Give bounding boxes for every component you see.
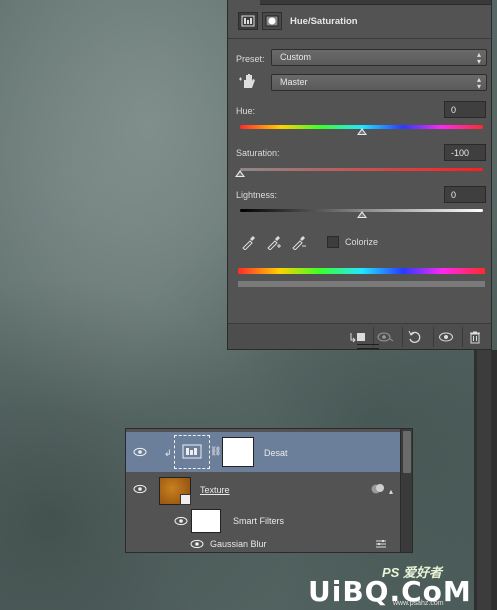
adjustment-thumbnail[interactable] [174, 435, 210, 469]
preset-label: Preset: [236, 54, 265, 64]
link-chain-icon[interactable]: ⛓ [210, 446, 221, 457]
hue-slider-thumb[interactable] [356, 128, 367, 135]
trash-icon[interactable] [462, 327, 486, 347]
properties-header: Hue/Saturation [228, 10, 491, 36]
eyedropper-plus-icon[interactable] [266, 234, 282, 251]
dock-scroll-strip[interactable] [474, 350, 497, 610]
hue-label: Hue: [236, 106, 256, 116]
layer-name[interactable]: Desat [264, 448, 288, 458]
layer-mask-icon[interactable] [262, 12, 282, 30]
layer-row-gaussian-blur[interactable]: Gaussian Blur [126, 535, 401, 552]
layers-scrollbar[interactable] [400, 429, 412, 552]
visibility-eye-icon[interactable] [433, 327, 457, 347]
layers-panel: ↲ ⛓ Desat Texture ▴ Smart Filters Gaussi… [125, 428, 413, 553]
texture-thumbnail[interactable] [159, 477, 191, 505]
dropdown-arrows-icon: ▴ ▾ [476, 50, 481, 66]
adjustment-layer-icon[interactable] [238, 12, 258, 30]
layer-row-smart-filters[interactable]: Smart Filters [126, 509, 401, 533]
watermark-site: www.psahz.com [393, 600, 444, 607]
visibility-eye-icon[interactable] [133, 447, 149, 457]
filter-mask-thumbnail[interactable] [191, 509, 221, 533]
saturation-value-field[interactable]: -100 [444, 144, 486, 161]
visibility-eye-icon[interactable] [133, 484, 149, 494]
targeted-adjustment-hand-icon[interactable] [238, 71, 258, 91]
eyedropper-minus-icon[interactable] [291, 234, 307, 251]
eyedropper-icon[interactable] [241, 234, 257, 251]
divider [228, 38, 491, 39]
saturation-slider-thumb[interactable] [235, 170, 245, 177]
colorize-label: Colorize [345, 237, 379, 247]
preset-dropdown[interactable]: Custom ▴ ▾ [271, 49, 487, 66]
layer-name[interactable]: Texture [200, 485, 230, 495]
saturation-label: Saturation: [236, 148, 280, 158]
input-color-bar [238, 268, 485, 274]
channel-value: Master [280, 77, 308, 87]
visibility-eye-icon[interactable] [174, 516, 190, 526]
dropdown-arrows-icon: ▴ ▾ [476, 75, 481, 91]
watermark-brand: UiBQ.CoM [308, 575, 472, 608]
layer-row-texture[interactable]: Texture ▴ [126, 474, 401, 509]
lightness-slider-thumb[interactable] [356, 211, 367, 218]
preset-value: Custom [280, 52, 312, 62]
hue-value-field[interactable]: 0 [444, 101, 486, 118]
filter-blending-options-icon[interactable] [375, 539, 387, 551]
clipping-arrow-icon: ↲ [164, 448, 172, 458]
layer-name[interactable]: Smart Filters [233, 516, 284, 526]
saturation-slider-track[interactable] [240, 168, 483, 171]
channel-dropdown[interactable]: Master ▴ ▾ [271, 74, 487, 91]
layer-name[interactable]: Gaussian Blur [210, 539, 267, 549]
smart-object-icon [180, 494, 191, 505]
output-color-bar [238, 281, 485, 287]
colorize-checkbox[interactable] [327, 236, 339, 248]
panel-tab-strip [260, 0, 491, 5]
visibility-eye-icon[interactable] [190, 539, 206, 549]
expand-arrow-icon[interactable]: ▴ [389, 487, 393, 496]
panel-resize-grip[interactable] [357, 344, 379, 349]
lightness-label: Lightness: [236, 190, 278, 200]
layer-mask-thumbnail[interactable] [222, 437, 254, 467]
layer-row-desat[interactable]: ↲ ⛓ Desat [126, 432, 401, 472]
lightness-value-field[interactable]: 0 [444, 186, 486, 203]
reset-icon[interactable] [402, 327, 426, 347]
smart-filter-icon [371, 483, 385, 495]
panel-title: Hue/Saturation [290, 16, 358, 27]
properties-panel: Hue/Saturation Preset: Custom ▴ ▾ Master … [227, 0, 492, 350]
